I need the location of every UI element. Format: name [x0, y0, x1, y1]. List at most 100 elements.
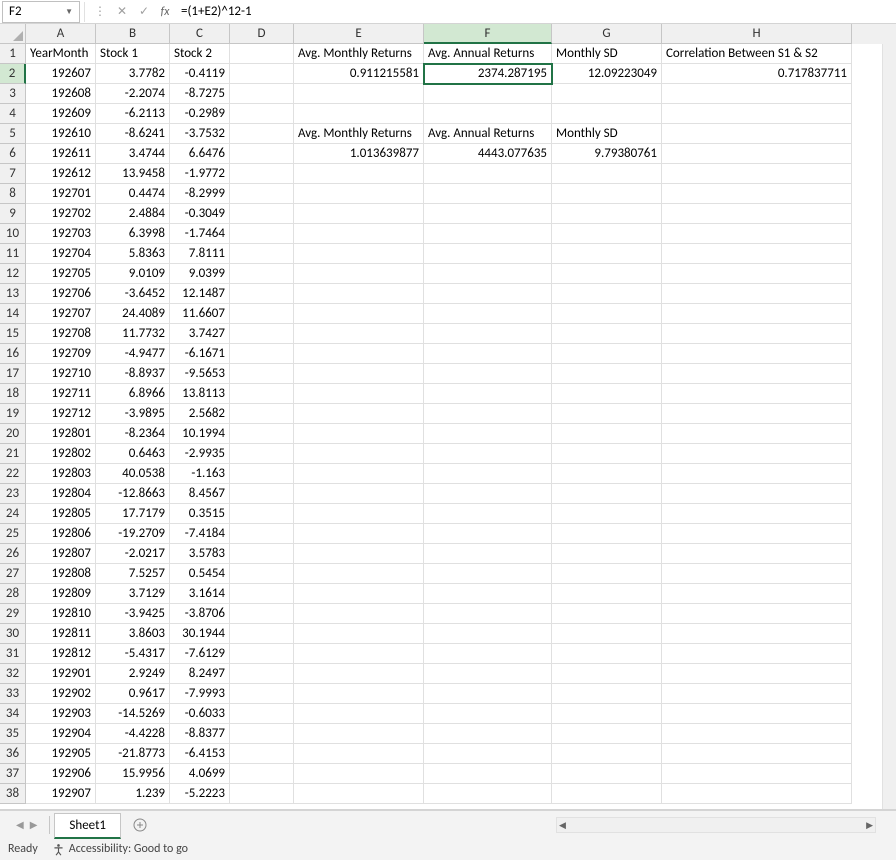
- cell-C5[interactable]: -3.7532: [170, 124, 230, 144]
- cell-B32[interactable]: 2.9249: [96, 664, 170, 684]
- cell-E33[interactable]: [294, 684, 424, 704]
- cell-E1[interactable]: Avg. Monthly Returns: [294, 44, 424, 64]
- cell-G33[interactable]: [552, 684, 662, 704]
- cell-G9[interactable]: [552, 204, 662, 224]
- cell-E2[interactable]: 0.911215581: [294, 64, 424, 84]
- cell-F13[interactable]: [424, 284, 552, 304]
- cell-A13[interactable]: 192706: [26, 284, 96, 304]
- cell-E18[interactable]: [294, 384, 424, 404]
- cell-H1[interactable]: Correlation Between S1 & S2: [662, 44, 852, 64]
- cell-C7[interactable]: -1.9772: [170, 164, 230, 184]
- cell-F15[interactable]: [424, 324, 552, 344]
- column-header-H[interactable]: H: [662, 24, 852, 44]
- cell-A15[interactable]: 192708: [26, 324, 96, 344]
- cell-H4[interactable]: [662, 104, 852, 124]
- cell-A37[interactable]: 192906: [26, 764, 96, 784]
- cell-A22[interactable]: 192803: [26, 464, 96, 484]
- cell-B18[interactable]: 6.8966: [96, 384, 170, 404]
- cell-C37[interactable]: 4.0699: [170, 764, 230, 784]
- cell-G17[interactable]: [552, 364, 662, 384]
- cell-A29[interactable]: 192810: [26, 604, 96, 624]
- cell-G21[interactable]: [552, 444, 662, 464]
- cell-G18[interactable]: [552, 384, 662, 404]
- cell-D38[interactable]: [230, 784, 294, 804]
- row-header-29[interactable]: 29: [0, 604, 26, 624]
- cell-F33[interactable]: [424, 684, 552, 704]
- cell-E6[interactable]: 1.013639877: [294, 144, 424, 164]
- cell-F17[interactable]: [424, 364, 552, 384]
- cell-A2[interactable]: 192607: [26, 64, 96, 84]
- cell-A35[interactable]: 192904: [26, 724, 96, 744]
- cell-D17[interactable]: [230, 364, 294, 384]
- cell-G12[interactable]: [552, 264, 662, 284]
- cell-G14[interactable]: [552, 304, 662, 324]
- cell-C2[interactable]: -0.4119: [170, 64, 230, 84]
- row-header-16[interactable]: 16: [0, 344, 26, 364]
- cell-D16[interactable]: [230, 344, 294, 364]
- cell-D29[interactable]: [230, 604, 294, 624]
- cell-E21[interactable]: [294, 444, 424, 464]
- cell-H32[interactable]: [662, 664, 852, 684]
- column-header-F[interactable]: F: [424, 24, 552, 44]
- cell-C20[interactable]: 10.1994: [170, 424, 230, 444]
- cell-H16[interactable]: [662, 344, 852, 364]
- row-header-20[interactable]: 20: [0, 424, 26, 444]
- cell-F20[interactable]: [424, 424, 552, 444]
- cell-B6[interactable]: 3.4744: [96, 144, 170, 164]
- cell-H33[interactable]: [662, 684, 852, 704]
- cell-A24[interactable]: 192805: [26, 504, 96, 524]
- cell-B31[interactable]: -5.4317: [96, 644, 170, 664]
- cell-F3[interactable]: [424, 84, 552, 104]
- cell-B25[interactable]: -19.2709: [96, 524, 170, 544]
- cell-A7[interactable]: 192612: [26, 164, 96, 184]
- tab-prev-icon[interactable]: ◀: [16, 818, 24, 831]
- cell-E7[interactable]: [294, 164, 424, 184]
- cell-E17[interactable]: [294, 364, 424, 384]
- cell-B7[interactable]: 13.9458: [96, 164, 170, 184]
- cell-E37[interactable]: [294, 764, 424, 784]
- cell-E19[interactable]: [294, 404, 424, 424]
- cell-H3[interactable]: [662, 84, 852, 104]
- cell-B4[interactable]: -6.2113: [96, 104, 170, 124]
- cell-G27[interactable]: [552, 564, 662, 584]
- row-header-33[interactable]: 33: [0, 684, 26, 704]
- cell-B8[interactable]: 0.4474: [96, 184, 170, 204]
- cell-D12[interactable]: [230, 264, 294, 284]
- cell-E38[interactable]: [294, 784, 424, 804]
- cell-E11[interactable]: [294, 244, 424, 264]
- cell-G3[interactable]: [552, 84, 662, 104]
- cell-E29[interactable]: [294, 604, 424, 624]
- cell-G30[interactable]: [552, 624, 662, 644]
- cell-D23[interactable]: [230, 484, 294, 504]
- cell-E20[interactable]: [294, 424, 424, 444]
- cell-F10[interactable]: [424, 224, 552, 244]
- cell-C9[interactable]: -0.3049: [170, 204, 230, 224]
- cell-C11[interactable]: 7.8111: [170, 244, 230, 264]
- cell-E15[interactable]: [294, 324, 424, 344]
- cell-D28[interactable]: [230, 584, 294, 604]
- cell-D4[interactable]: [230, 104, 294, 124]
- cell-G4[interactable]: [552, 104, 662, 124]
- cell-H27[interactable]: [662, 564, 852, 584]
- row-header-38[interactable]: 38: [0, 784, 26, 804]
- cell-H35[interactable]: [662, 724, 852, 744]
- cell-G37[interactable]: [552, 764, 662, 784]
- cell-A36[interactable]: 192905: [26, 744, 96, 764]
- row-header-15[interactable]: 15: [0, 324, 26, 344]
- cell-F11[interactable]: [424, 244, 552, 264]
- cell-D2[interactable]: [230, 64, 294, 84]
- cell-A8[interactable]: 192701: [26, 184, 96, 204]
- cell-E34[interactable]: [294, 704, 424, 724]
- row-header-37[interactable]: 37: [0, 764, 26, 784]
- cell-G16[interactable]: [552, 344, 662, 364]
- cell-H28[interactable]: [662, 584, 852, 604]
- cell-E31[interactable]: [294, 644, 424, 664]
- cell-G25[interactable]: [552, 524, 662, 544]
- cell-H23[interactable]: [662, 484, 852, 504]
- cell-D26[interactable]: [230, 544, 294, 564]
- cell-G1[interactable]: Monthly SD: [552, 44, 662, 64]
- cell-D9[interactable]: [230, 204, 294, 224]
- tab-sheet1[interactable]: Sheet1: [54, 813, 121, 839]
- cell-H19[interactable]: [662, 404, 852, 424]
- cell-A30[interactable]: 192811: [26, 624, 96, 644]
